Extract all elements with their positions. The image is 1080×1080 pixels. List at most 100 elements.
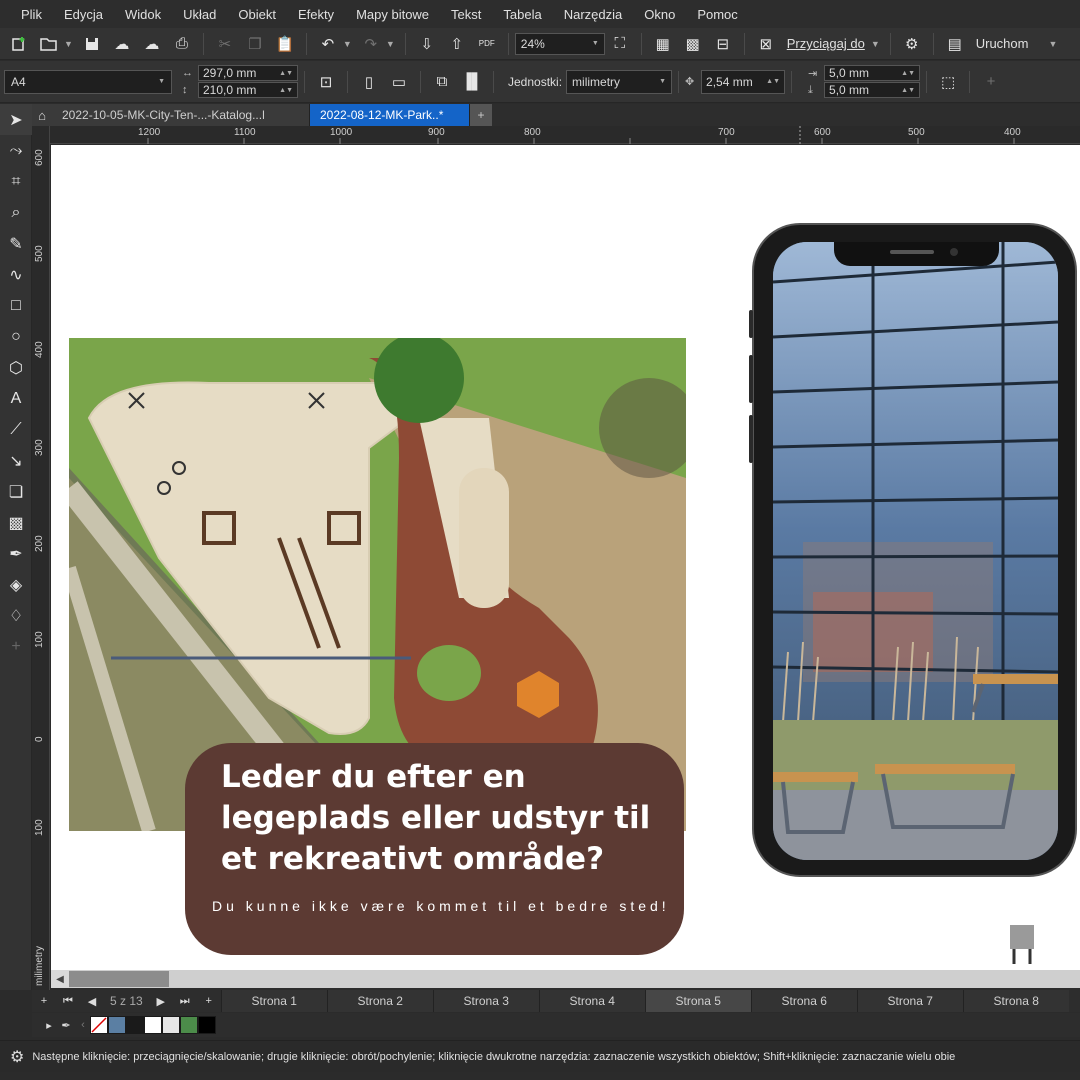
freehand-tool-icon[interactable]: ✎ [0,228,32,259]
cut-icon[interactable]: ✂ [212,31,238,57]
undo-icon[interactable]: ↶ [315,31,341,57]
add-tool-icon[interactable]: + [0,631,32,662]
menu-view[interactable]: Widok [114,7,172,22]
menu-layout[interactable]: Układ [172,7,227,22]
ellipse-tool-icon[interactable]: ○ [0,321,32,352]
spinner-icon[interactable]: ▲▼ [279,70,293,77]
page-tab[interactable]: Strona 3 [432,990,539,1012]
nudge-distance-field[interactable]: 2,54 mm ▲▼ [701,69,786,94]
color-swatch[interactable] [180,1016,198,1034]
spinner-icon[interactable]: ▲▼ [766,78,780,85]
scroll-left-icon[interactable]: ◀ [51,970,69,988]
transparency-tool-icon[interactable]: ▩ [0,507,32,538]
full-screen-icon[interactable]: ⛶ [607,31,633,57]
current-page-icon[interactable]: ▐▌ [459,69,485,95]
drop-shadow-icon[interactable]: ❏ [0,476,32,507]
open-folder-icon[interactable] [36,31,62,57]
spinner-icon[interactable]: ▲▼ [279,87,293,94]
duplicate-y-field[interactable]: 5,0 mm ▲▼ [824,82,921,98]
horizontal-scrollbar[interactable]: ◀ [51,970,1080,988]
bench-product-thumbnail[interactable] [1006,920,1046,970]
snap-to-dropdown[interactable]: Przyciągaj do [787,36,865,51]
text-tool-icon[interactable]: A [0,383,32,414]
promo-headline[interactable]: Leder du efter en legeplads eller udstyr… [221,757,671,880]
smart-fill-icon[interactable]: ♢ [0,600,32,631]
landscape-icon[interactable]: ▭ [386,69,412,95]
portrait-icon[interactable]: ▯ [356,69,382,95]
export-icon[interactable]: ⇧ [444,31,470,57]
page-width-field[interactable]: 297,0 mm ▲▼ [198,65,298,81]
chevron-down-icon[interactable]: ▼ [871,39,880,49]
color-swatch[interactable] [144,1016,162,1034]
menu-effects[interactable]: Efekty [287,7,345,22]
first-page-icon[interactable]: ⏮ [56,995,80,1008]
save-icon[interactable] [79,31,105,57]
page-tab[interactable]: Strona 6 [750,990,857,1012]
eyedropper-icon[interactable]: ✒ [56,1019,76,1032]
phone-mockup[interactable] [749,223,1077,877]
next-page-icon[interactable]: ▶ [149,995,173,1008]
guidelines-icon[interactable]: ⊟ [710,31,736,57]
menu-file[interactable]: Plik [10,7,53,22]
home-icon[interactable]: ⌂ [32,104,52,126]
menu-object[interactable]: Obiekt [227,7,287,22]
menu-text[interactable]: Tekst [440,7,492,22]
spinner-icon[interactable]: ▲▼ [901,70,915,77]
color-swatch[interactable] [108,1016,126,1034]
document-tab[interactable]: 2022-10-05-MK-City-Ten-...-Katalog...l [52,104,310,126]
grid-icon[interactable]: ▩ [680,31,706,57]
no-color-swatch[interactable] [90,1016,108,1034]
gear-icon[interactable]: ⚙ [10,1047,24,1067]
new-tab-icon[interactable]: + [470,104,492,126]
snap-off-icon[interactable]: ⊠ [753,31,779,57]
import-icon[interactable]: ⇩ [414,31,440,57]
menu-bitmaps[interactable]: Mapy bitowe [345,7,440,22]
crop-tool-icon[interactable]: ⌗ [0,166,32,197]
redo-icon[interactable]: ↷ [358,31,384,57]
palette-expand-icon[interactable]: ▸ [42,1019,56,1032]
color-swatch[interactable] [198,1016,216,1034]
previous-page-icon[interactable]: ◀ [80,995,104,1008]
interactive-fill-icon[interactable]: ◈ [0,569,32,600]
add-page-before-icon[interactable]: + [32,995,56,1007]
menu-tools[interactable]: Narzędzia [553,7,634,22]
pick-tool-icon[interactable]: ➤ [0,104,32,135]
chevron-left-icon[interactable]: ‹ [76,1019,90,1031]
horizontal-ruler[interactable]: 1200 1100 1000 900 800 700 600 500 400 [50,126,1080,144]
promo-subtext[interactable]: Du kunne ikke være kommet til et bedre s… [212,897,672,915]
paste-icon[interactable]: 📋 [272,31,298,57]
rectangle-tool-icon[interactable]: □ [0,290,32,321]
page-tab[interactable]: Strona 2 [326,990,433,1012]
all-pages-icon[interactable]: ⧉ [429,69,455,95]
last-page-icon[interactable]: ⏭ [173,995,197,1008]
application-launcher-icon[interactable]: ▤ [942,31,968,57]
color-swatch[interactable] [162,1016,180,1034]
page-tab[interactable]: Strona 7 [856,990,963,1012]
page-tab-active[interactable]: Strona 5 [644,990,751,1012]
new-document-icon[interactable] [6,31,32,57]
color-swatch[interactable] [126,1016,144,1034]
spinner-icon[interactable]: ▲▼ [901,87,915,94]
print-icon[interactable]: ⎙ [169,31,195,57]
copy-icon[interactable]: ❐ [242,31,268,57]
gear-icon[interactable]: ⚙ [899,31,925,57]
page-height-field[interactable]: 210,0 mm ▲▼ [198,82,298,98]
drawing-canvas[interactable]: Leder du efter en legeplads eller udstyr… [51,145,1080,970]
zoom-level-select[interactable]: 24% ▼ [514,32,605,55]
cloud-download-icon[interactable]: ☁ [109,31,135,57]
page-tab[interactable]: Strona 8 [962,990,1069,1012]
document-tab-active[interactable]: 2022-08-12-MK-Park..* [310,104,470,126]
export-pdf-icon[interactable]: PDF [474,31,500,57]
dimension-tool-icon[interactable]: ⟋ [0,414,32,445]
artistic-media-icon[interactable]: ∿ [0,259,32,290]
menu-help[interactable]: Pomoc [686,7,748,22]
menu-edit[interactable]: Edycja [53,7,114,22]
units-select[interactable]: milimetry ▼ [566,69,673,94]
chevron-down-icon[interactable]: ▼ [1048,39,1057,49]
add-page-after-icon[interactable]: + [197,995,221,1007]
chevron-down-icon[interactable]: ▼ [343,39,352,49]
connector-tool-icon[interactable]: ↘ [0,445,32,476]
rulers-icon[interactable]: ▦ [650,31,676,57]
vertical-ruler[interactable]: 600 500 400 300 200 100 0 100 milimetry [32,126,50,990]
bleed-icon[interactable]: ⬚ [935,69,961,95]
